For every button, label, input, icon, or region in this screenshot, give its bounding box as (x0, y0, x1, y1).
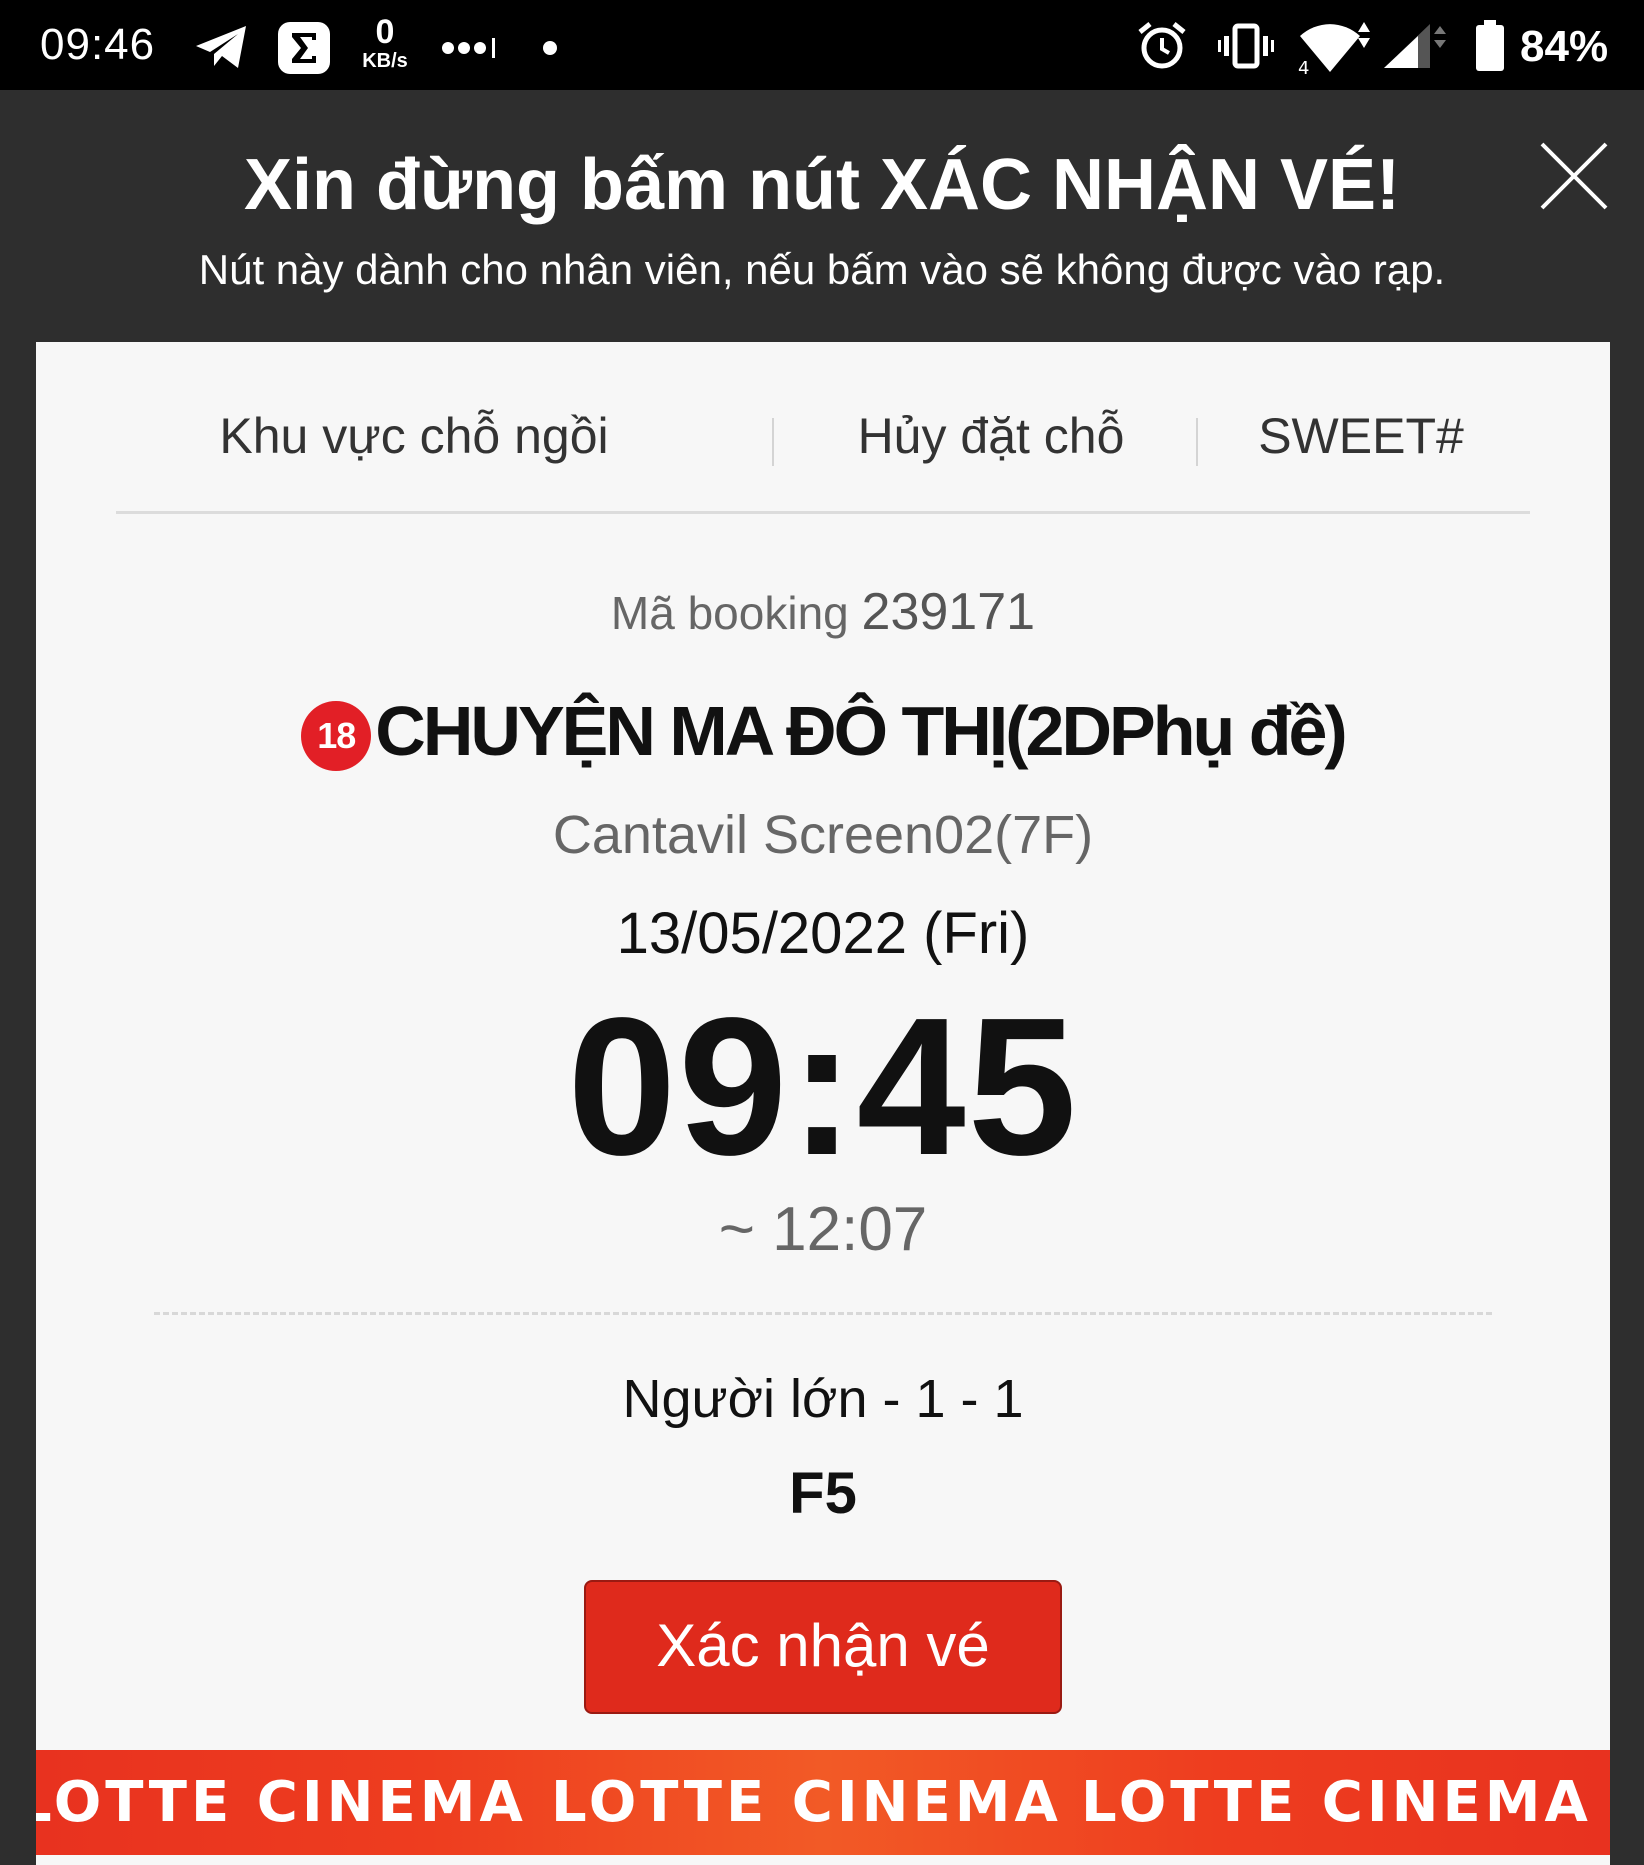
start-time: 09:45 (567, 977, 1079, 1196)
ticket-nav: Khu vực chỗ ngồi Hủy đặt chỗ SWEET# (116, 342, 1530, 514)
end-time: ~ 12:07 (718, 1195, 928, 1264)
movie-title-row: 18 CHUYỆN MA ĐÔ THỊ(2DPhụ đề) (36, 686, 1610, 776)
seat-area-link[interactable]: Khu vực chỗ ngồi (164, 406, 664, 466)
warning-title: Xin đừng bấm nút XÁC NHẬN VÉ! (243, 145, 1401, 225)
vibrate-icon (1218, 23, 1274, 69)
sweet-link[interactable]: SWEET# (1226, 406, 1496, 466)
movie-title: CHUYỆN MA ĐÔ THỊ(2DPhụ đề) (375, 692, 1347, 770)
brand-logo-text: LOTTE CINEMA (1081, 1770, 1592, 1835)
show-date: 13/05/2022 (Fri) (616, 901, 1030, 966)
status-bar: 09:46 0 KB/s 4 84% (0, 0, 1644, 90)
battery-icon (1476, 20, 1504, 71)
nav-divider (772, 418, 774, 466)
cancel-booking-link[interactable]: Hủy đặt chỗ (806, 406, 1176, 466)
svg-text:4: 4 (1298, 58, 1309, 74)
status-time: 09:46 (40, 20, 156, 69)
network-speed-unit: KB/s (362, 50, 408, 72)
seat-type: Người lớn - 1 - 1 (622, 1369, 1024, 1429)
nav-divider (1196, 418, 1198, 466)
age-rating-badge: 18 (301, 701, 372, 771)
booking-info: Mã booking 239171 (36, 582, 1610, 643)
notification-dot-icon (543, 41, 557, 55)
brand-strip: LOTTE CINEMA LOTTE CINEMA LOTTE CINEMA (36, 1750, 1610, 1855)
warning-banner: Xin đừng bấm nút XÁC NHẬN VÉ! Nút này dà… (0, 90, 1644, 342)
alarm-icon (1138, 22, 1186, 69)
brand-logo-text: LOTTE CINEMA (36, 1770, 527, 1835)
confirm-ticket-button[interactable]: Xác nhận vé (584, 1580, 1062, 1714)
wifi-icon: 4 (1298, 22, 1370, 74)
brand-logo-text: LOTTE CINEMA (551, 1770, 1062, 1835)
telegram-icon (196, 26, 246, 68)
network-speed: 0 KB/s (350, 14, 420, 72)
ticket-card: Khu vực chỗ ngồi Hủy đặt chỗ SWEET# Mã b… (36, 342, 1610, 1865)
network-speed-value: 0 (375, 13, 395, 51)
battery-percent: 84% (1520, 22, 1609, 71)
more-dots-icon (442, 38, 495, 58)
dashed-divider (154, 1312, 1492, 1315)
sigma-app-icon (278, 22, 330, 74)
warning-subtitle: Nút này dành cho nhân viên, nếu bấm vào … (198, 246, 1446, 293)
seat-number: F5 (789, 1461, 857, 1526)
screen-name: Cantavil Screen02(7F) (552, 805, 1094, 865)
booking-label: Mã booking (610, 587, 849, 639)
close-icon[interactable] (1536, 138, 1612, 214)
booking-code: 239171 (861, 583, 1036, 641)
cell-signal-icon (1384, 24, 1446, 68)
